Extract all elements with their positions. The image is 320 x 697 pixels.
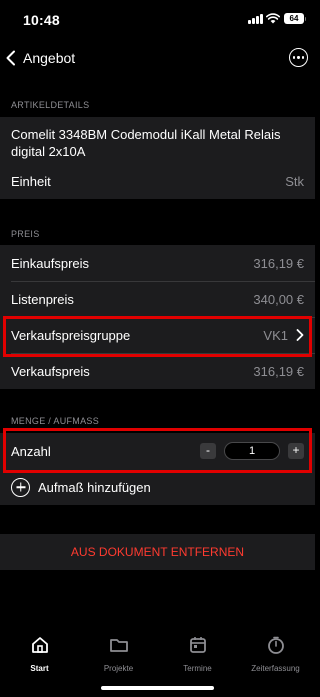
home-icon xyxy=(31,637,48,653)
screen: 10:48 64 Angebot ARTIKELDETAILS Comelit … xyxy=(0,0,315,697)
plus-circle-icon xyxy=(11,477,30,497)
purchase-price-row: Einkaufspreis 316,19 € xyxy=(0,245,315,281)
price-group-row[interactable]: Verkaufspreisgruppe VK1 xyxy=(0,317,315,353)
add-measurement-button[interactable]: Aufmaß hinzufügen xyxy=(0,469,315,505)
chevron-left-icon xyxy=(6,50,15,66)
tab-projekte[interactable]: Projekte xyxy=(79,634,158,673)
tab-zeiterfassung[interactable]: Zeiterfassung xyxy=(236,634,315,673)
increment-button[interactable]: + xyxy=(288,443,304,459)
price-group-label: Verkaufspreisgruppe xyxy=(11,327,131,343)
article-title: Comelit 3348BM Codemodul iKall Metal Rel… xyxy=(11,127,281,159)
tab-termine[interactable]: Termine xyxy=(158,634,237,673)
wifi-icon xyxy=(266,13,280,24)
sale-price-label: Verkaufspreis xyxy=(11,363,90,379)
sale-price-row: Verkaufspreis 316,19 € xyxy=(0,353,315,389)
back-label: Angebot xyxy=(23,50,76,66)
purchase-price-label: Einkaufspreis xyxy=(11,255,90,271)
section-header-quantity: MENGE / AUFMASS xyxy=(11,416,100,426)
price-group-value: VK1 xyxy=(263,327,288,343)
remove-from-document-button[interactable]: AUS DOKUMENT ENTFERNEN xyxy=(0,534,315,570)
tab-start[interactable]: Start xyxy=(0,634,79,673)
home-indicator xyxy=(101,686,214,690)
unit-row: Einheit Stk xyxy=(0,163,315,199)
unit-label: Einheit xyxy=(11,173,51,189)
section-header-price: PREIS xyxy=(11,229,40,239)
quantity-group: Anzahl - 1 + Aufmaß hinzufügen xyxy=(0,433,315,505)
unit-value: Stk xyxy=(285,173,304,189)
quantity-input[interactable]: 1 xyxy=(224,442,280,460)
folder-icon xyxy=(109,639,128,652)
status-bar: 10:48 64 xyxy=(0,0,315,40)
back-button[interactable]: Angebot xyxy=(4,43,75,73)
battery-icon: 64 xyxy=(284,13,306,24)
list-price-value: 340,00 € xyxy=(253,291,304,307)
price-group: Einkaufspreis 316,19 € Listenpreis 340,0… xyxy=(0,245,315,389)
purchase-price-value: 316,19 € xyxy=(253,255,304,271)
section-header-article: ARTIKELDETAILS xyxy=(11,100,90,110)
calendar-icon xyxy=(189,637,206,653)
article-details-group: Comelit 3348BM Codemodul iKall Metal Rel… xyxy=(0,117,315,199)
quantity-stepper: - 1 + xyxy=(200,442,304,460)
status-time: 10:48 xyxy=(23,12,60,28)
tab-label-zeiterfassung: Zeiterfassung xyxy=(251,664,300,673)
more-options-icon[interactable] xyxy=(289,48,308,67)
sale-price-value: 316,19 € xyxy=(253,363,304,379)
timer-icon xyxy=(267,636,284,654)
chevron-right-icon xyxy=(296,329,304,341)
cellular-signal-icon xyxy=(248,14,263,24)
quantity-label: Anzahl xyxy=(11,443,51,459)
list-price-label: Listenpreis xyxy=(11,291,74,307)
navigation-bar: Angebot xyxy=(0,40,315,76)
tab-label-termine: Termine xyxy=(183,664,212,673)
tab-label-start: Start xyxy=(30,664,49,673)
quantity-row: Anzahl - 1 + xyxy=(0,433,315,469)
tab-label-projekte: Projekte xyxy=(103,664,134,673)
list-price-row: Listenpreis 340,00 € xyxy=(0,281,315,317)
decrement-button[interactable]: - xyxy=(200,443,216,459)
add-measurement-label: Aufmaß hinzufügen xyxy=(38,479,151,495)
